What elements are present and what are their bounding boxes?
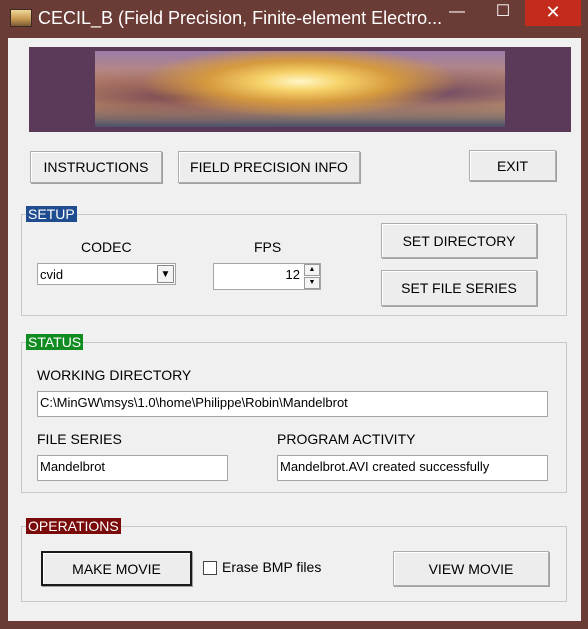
status-group: STATUS WORKING DIRECTORY C:\MinGW\msys\1…	[21, 334, 567, 493]
minimize-button[interactable]: —	[442, 0, 472, 26]
erase-bmp-checkbox[interactable]	[203, 561, 217, 575]
maximize-button[interactable]: ☐	[488, 0, 518, 26]
close-button[interactable]: ✕	[525, 0, 581, 26]
codec-label: CODEC	[81, 239, 132, 255]
spin-down-icon[interactable]: ▼	[304, 277, 320, 289]
codec-select[interactable]: cvid ▼	[37, 263, 176, 285]
exit-button[interactable]: EXIT	[469, 150, 556, 181]
codec-value: cvid	[40, 267, 64, 282]
spin-up-icon[interactable]: ▲	[304, 264, 320, 276]
operations-group: OPERATIONS MAKE MOVIE Erase BMP files VI…	[21, 518, 567, 602]
setup-title: SETUP	[26, 206, 77, 222]
working-directory-label: WORKING DIRECTORY	[37, 367, 192, 383]
app-window: CECIL_B (Field Precision, Finite-element…	[0, 0, 588, 629]
file-series-label: FILE SERIES	[37, 431, 122, 447]
fps-value: 12	[285, 267, 300, 282]
fps-label: FPS	[254, 239, 282, 255]
working-directory-field[interactable]: C:\MinGW\msys\1.0\home\Philippe\Robin\Ma…	[37, 391, 548, 417]
window-title: CECIL_B (Field Precision, Finite-element…	[38, 8, 443, 28]
file-series-field[interactable]: Mandelbrot	[37, 455, 228, 481]
fps-input[interactable]: 12 ▲ ▼	[213, 263, 321, 290]
set-file-series-button[interactable]: SET FILE SERIES	[381, 270, 537, 306]
setup-group: SETUP CODEC cvid ▼ FPS 12 ▲ ▼ SET DIRECT…	[21, 206, 567, 316]
instructions-button[interactable]: INSTRUCTIONS	[30, 151, 162, 183]
make-movie-button[interactable]: MAKE MOVIE	[41, 551, 192, 586]
erase-bmp-label[interactable]: Erase BMP files	[222, 559, 321, 575]
banner-image	[29, 47, 571, 132]
operations-title: OPERATIONS	[26, 518, 121, 534]
program-activity-label: PROGRAM ACTIVITY	[277, 431, 416, 447]
title-bar[interactable]: CECIL_B (Field Precision, Finite-element…	[0, 0, 588, 38]
banner-artwork	[95, 51, 505, 127]
view-movie-button[interactable]: VIEW MOVIE	[393, 551, 549, 586]
app-icon[interactable]	[10, 9, 32, 27]
field-precision-info-button[interactable]: FIELD PRECISION INFO	[178, 151, 360, 183]
client-area: INSTRUCTIONS FIELD PRECISION INFO EXIT S…	[8, 38, 581, 621]
set-directory-button[interactable]: SET DIRECTORY	[381, 223, 537, 258]
chevron-down-icon[interactable]: ▼	[157, 265, 174, 283]
status-title: STATUS	[26, 334, 84, 350]
program-activity-field[interactable]: Mandelbrot.AVI created successfully	[277, 455, 548, 481]
